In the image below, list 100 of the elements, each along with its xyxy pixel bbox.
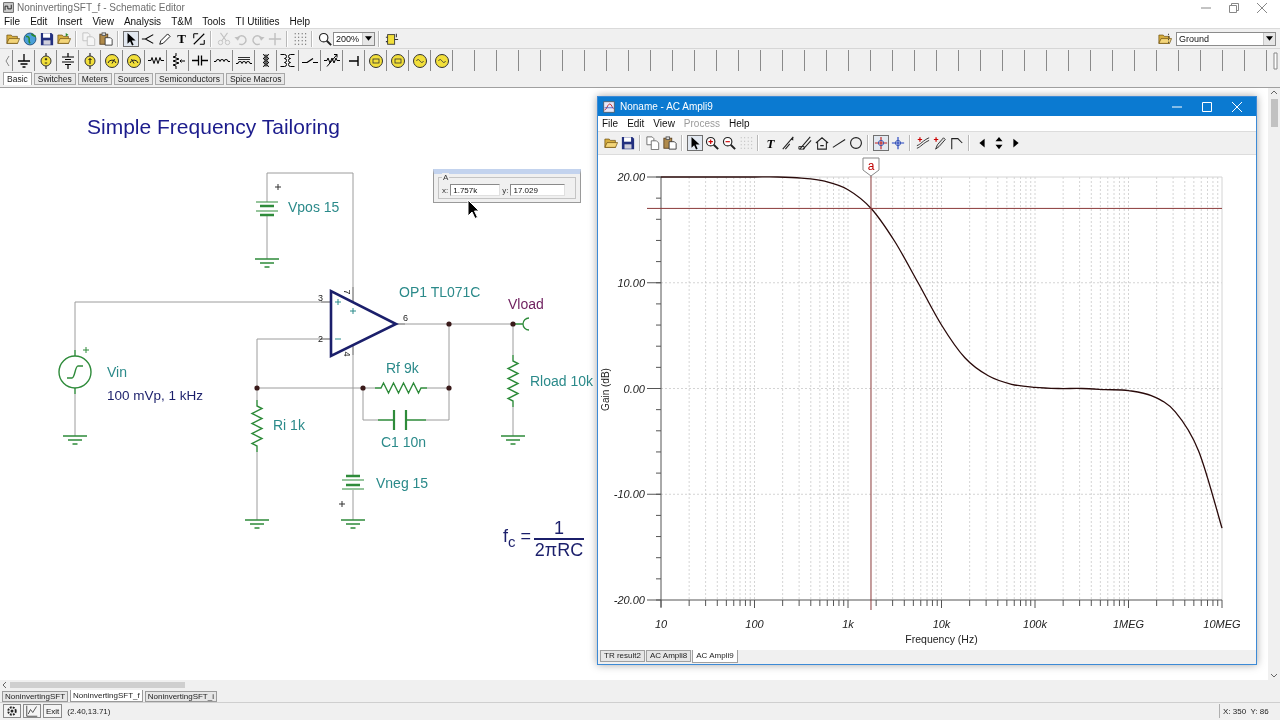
scrollbar-thumb[interactable] bbox=[10, 682, 185, 688]
pen-tool-button[interactable] bbox=[156, 30, 173, 47]
variable-resistor-icon bbox=[323, 54, 340, 67]
palette-tab[interactable]: Semiconductors bbox=[155, 73, 224, 85]
scale-tool-button[interactable] bbox=[190, 30, 207, 47]
menu-item[interactable]: View bbox=[92, 15, 114, 28]
zoom-dropdown[interactable]: 200% bbox=[333, 31, 375, 46]
menu-item[interactable]: Tools bbox=[202, 15, 226, 28]
menu-item[interactable]: Edit bbox=[30, 15, 48, 28]
component-button[interactable] bbox=[166, 50, 188, 71]
menu-item[interactable]: File bbox=[4, 15, 21, 28]
component-button[interactable] bbox=[320, 50, 342, 71]
angle-line-icon bbox=[949, 136, 964, 150]
source-icon bbox=[37, 52, 54, 69]
folder-icon bbox=[603, 136, 618, 150]
palette-tab[interactable]: Meters bbox=[77, 73, 112, 85]
component-button[interactable] bbox=[232, 50, 254, 71]
web-button[interactable] bbox=[21, 30, 38, 47]
menu-item[interactable]: File bbox=[602, 117, 619, 130]
component-button[interactable] bbox=[298, 50, 320, 71]
menu-item[interactable]: TI Utilities bbox=[235, 15, 280, 28]
component-button[interactable] bbox=[188, 50, 210, 71]
component-button[interactable] bbox=[364, 50, 386, 71]
schematic-title: Simple Frequency Tailoring bbox=[87, 114, 340, 140]
result-tab[interactable]: AC Ampli9 bbox=[692, 650, 738, 663]
folder-icon bbox=[56, 31, 71, 46]
scrollbar-thumb[interactable] bbox=[1270, 99, 1278, 127]
cursor-marker: a bbox=[862, 157, 880, 177]
zoom-in-button[interactable] bbox=[703, 135, 720, 151]
fraction-numerator: 1 bbox=[554, 518, 565, 538]
result-tab[interactable]: TR result2 bbox=[600, 650, 645, 662]
app-icon bbox=[3, 2, 14, 13]
crosshair-icon bbox=[890, 136, 905, 150]
component-button[interactable] bbox=[430, 50, 452, 71]
menu-item[interactable]: Insert bbox=[57, 15, 83, 28]
open-button[interactable] bbox=[602, 135, 619, 151]
cursor-b-button[interactable] bbox=[889, 135, 906, 151]
exit-button[interactable]: Exit bbox=[43, 704, 63, 718]
palette-tab[interactable]: Basic bbox=[3, 72, 32, 85]
pen-icon bbox=[932, 136, 947, 150]
tick-label: 10MEG bbox=[1203, 618, 1241, 630]
cursor-tool-button[interactable] bbox=[779, 135, 796, 151]
save-button[interactable] bbox=[619, 135, 636, 151]
y-value-field[interactable]: 17.029 bbox=[510, 184, 566, 196]
ground-symbol bbox=[62, 435, 88, 445]
component-button[interactable] bbox=[408, 50, 430, 71]
axis-title: Frequency (Hz) bbox=[905, 633, 978, 645]
component-button[interactable] bbox=[100, 50, 122, 71]
ground-symbol bbox=[244, 519, 270, 529]
group-label: A bbox=[442, 173, 450, 182]
menu-item[interactable]: Analysis bbox=[123, 15, 162, 28]
field-label: x: bbox=[442, 185, 449, 195]
angle-tool-button[interactable] bbox=[948, 135, 965, 151]
paste-button[interactable] bbox=[97, 30, 114, 47]
save-button[interactable] bbox=[38, 30, 55, 47]
zoom-out-button[interactable] bbox=[720, 135, 737, 151]
document-tab[interactable]: NoninvertingSFT bbox=[2, 691, 69, 702]
text-tool-button[interactable]: T bbox=[173, 30, 190, 47]
menu-item[interactable]: T&M bbox=[171, 15, 193, 28]
grid-icon bbox=[292, 31, 307, 46]
caret-icon bbox=[365, 36, 372, 41]
document-tab[interactable]: NoninvertingSFT_i bbox=[144, 691, 217, 702]
component-button[interactable] bbox=[144, 50, 166, 71]
cursor-tool-2-button[interactable] bbox=[796, 135, 813, 151]
chart-button[interactable] bbox=[23, 704, 41, 718]
component-dropdown[interactable]: Ground bbox=[1176, 31, 1276, 46]
add-curve-button[interactable] bbox=[914, 135, 931, 151]
circle-tool-button[interactable] bbox=[847, 135, 864, 151]
palette-tab[interactable]: Switches bbox=[33, 73, 76, 85]
zoom-button[interactable] bbox=[316, 30, 333, 47]
component-label: Rload 10k bbox=[530, 373, 594, 390]
x-value-field[interactable]: 1.757k bbox=[450, 184, 501, 196]
component-button[interactable] bbox=[276, 50, 298, 71]
copy-button[interactable] bbox=[644, 135, 661, 151]
select-tool-button[interactable] bbox=[686, 135, 703, 151]
crosshair-icon bbox=[267, 31, 282, 46]
component-button[interactable] bbox=[386, 50, 408, 71]
paste-icon bbox=[98, 31, 113, 46]
menu-item[interactable]: View bbox=[653, 117, 675, 130]
pin-number: 2 bbox=[318, 334, 323, 344]
add-marker-button[interactable] bbox=[931, 135, 948, 151]
text-tool-button[interactable]: T bbox=[762, 135, 779, 151]
palette-tab[interactable]: Spice Macros bbox=[225, 73, 286, 85]
capacitor-symbol bbox=[377, 408, 427, 432]
cursor-a-button[interactable] bbox=[872, 135, 889, 151]
plot-tool-button[interactable] bbox=[813, 135, 830, 151]
battery-symbol bbox=[255, 183, 282, 217]
source-icon bbox=[411, 52, 428, 69]
menu-item[interactable]: Edit bbox=[627, 117, 645, 130]
menu-item[interactable]: Help bbox=[729, 117, 750, 130]
menu-item[interactable]: Help bbox=[289, 15, 311, 28]
tools-button[interactable] bbox=[3, 704, 21, 718]
open-project-button[interactable] bbox=[55, 30, 72, 47]
paste-button[interactable] bbox=[661, 135, 678, 151]
result-tab[interactable]: AC Ampli8 bbox=[645, 650, 692, 662]
select-tool-button[interactable] bbox=[122, 30, 139, 47]
palette-tab[interactable]: Sources bbox=[113, 73, 153, 85]
document-tab[interactable]: NoninvertingSFT_f bbox=[70, 690, 143, 702]
component-button[interactable] bbox=[210, 50, 232, 71]
component-button[interactable] bbox=[122, 50, 144, 71]
